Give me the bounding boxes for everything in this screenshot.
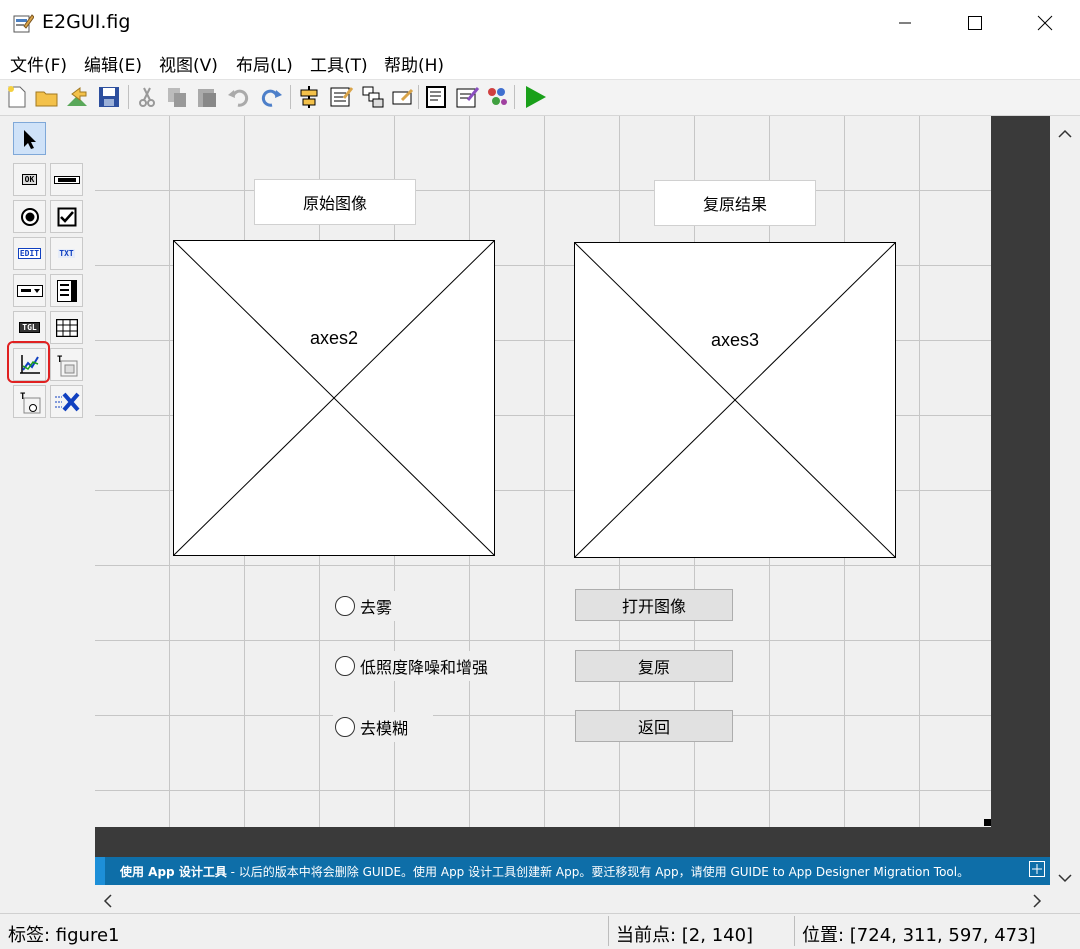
radio-lowlight[interactable]: 低照度降噪和增强 — [333, 651, 523, 681]
menu-layout[interactable]: 布局(L) — [236, 51, 293, 76]
editor-icon[interactable] — [424, 84, 450, 110]
push-button-tool[interactable]: OK — [13, 163, 46, 196]
title-bar: E2GUI.fig — [0, 0, 1080, 46]
banner-message: 使用 App 设计工具 - 以后的版本中将会删除 GUIDE。使用 App 设计… — [120, 863, 969, 880]
axes2-cross — [174, 241, 494, 555]
resize-handle[interactable] — [984, 819, 991, 826]
scroll-up-icon[interactable] — [1058, 124, 1072, 143]
status-position: 位置: [724, 311, 597, 473] — [802, 925, 1036, 946]
redo-icon[interactable] — [258, 84, 284, 110]
status-current-point: 当前点: [2, 140] — [616, 925, 754, 946]
banner-bold: 使用 App 设计工具 — [120, 865, 227, 879]
slider-tool-icon[interactable] — [50, 163, 83, 196]
horizontal-scrollbar[interactable] — [95, 885, 1050, 913]
object-browser-icon[interactable] — [484, 84, 510, 110]
design-canvas[interactable]: 原始图像 复原结果 axes2 axes3 去雾 低照度降噪和增强 去模糊 打开… — [95, 116, 991, 827]
menu-tools[interactable]: 工具(T) — [310, 51, 368, 76]
align-objects-icon[interactable] — [296, 84, 322, 110]
scroll-down-icon[interactable] — [1058, 868, 1072, 887]
fig-file-icon — [12, 12, 35, 34]
table-tool-icon[interactable] — [50, 311, 83, 344]
scroll-right-icon[interactable] — [1032, 893, 1042, 912]
menu-view[interactable]: 视图(V) — [159, 51, 218, 76]
minimize-button[interactable] — [870, 0, 940, 46]
svg-text:T: T — [20, 392, 26, 402]
banner-text: - 以后的版本中将会删除 GUIDE。使用 App 设计工具创建新 App。要迁… — [226, 865, 970, 879]
canvas-outer-area-bottom — [95, 827, 991, 857]
open-folder-icon[interactable] — [34, 84, 60, 110]
radio-deblur[interactable]: 去模糊 — [333, 712, 433, 742]
radio-dehaze-label: 去雾 — [360, 598, 393, 617]
radio-deblur-circle — [335, 717, 355, 737]
activex-tool-icon[interactable] — [50, 385, 83, 418]
radio-deblur-label: 去模糊 — [360, 719, 409, 738]
property-inspector-icon[interactable] — [454, 84, 480, 110]
toolbar-editor-icon[interactable] — [390, 84, 416, 110]
save-icon[interactable] — [96, 84, 122, 110]
banner-accent — [95, 857, 105, 885]
toggle-button-tool[interactable]: TGL — [13, 311, 46, 344]
close-button[interactable] — [1010, 0, 1080, 46]
copy-icon[interactable] — [164, 84, 190, 110]
listbox-tool-icon[interactable] — [50, 274, 83, 307]
restore-button[interactable]: 复原 — [575, 650, 733, 682]
select-tool-icon[interactable] — [13, 122, 46, 155]
window-title: E2GUI.fig — [42, 11, 131, 33]
open-image-button[interactable]: 打开图像 — [575, 589, 733, 621]
cut-icon[interactable] — [134, 84, 160, 110]
button-group-tool-icon[interactable]: T — [13, 385, 46, 418]
undo-icon[interactable] — [226, 84, 252, 110]
radio-dehaze-circle — [335, 596, 355, 616]
edit-text-tool[interactable]: EDIT — [13, 237, 46, 270]
axes3-cross — [575, 243, 895, 557]
expand-icon[interactable] — [1029, 861, 1045, 881]
axes2-placeholder[interactable]: axes2 — [173, 240, 495, 556]
tab-order-icon[interactable] — [360, 84, 386, 110]
menu-bar: 文件(F) 编辑(E) 视图(V) 布局(L) 工具(T) 帮助(H) — [0, 46, 1080, 79]
axes2-label: axes2 — [309, 328, 359, 348]
label-restored-result[interactable]: 复原结果 — [654, 180, 816, 226]
scroll-left-icon[interactable] — [103, 893, 113, 912]
menu-file[interactable]: 文件(F) — [10, 51, 67, 76]
label-original-image[interactable]: 原始图像 — [254, 179, 416, 225]
panel-tool-icon[interactable]: T — [50, 348, 83, 381]
canvas-outer-area-right — [991, 116, 1050, 857]
popup-menu-tool-icon[interactable] — [13, 274, 46, 307]
radio-button-tool-icon[interactable] — [13, 200, 46, 233]
axes-tool-highlight — [7, 341, 50, 383]
menu-edit[interactable]: 编辑(E) — [84, 51, 142, 76]
maximize-button[interactable] — [940, 0, 1010, 46]
svg-text:T: T — [57, 355, 63, 365]
radio-lowlight-label: 低照度降噪和增强 — [360, 658, 489, 677]
static-text-tool[interactable]: TXT — [50, 237, 83, 270]
status-bar: 标签: figure1 当前点: [2, 140] 位置: [724, 311,… — [0, 913, 1080, 949]
export-icon[interactable] — [64, 84, 90, 110]
axes3-placeholder[interactable]: axes3 — [574, 242, 896, 558]
paste-icon[interactable] — [194, 84, 220, 110]
status-tag: 标签: figure1 — [8, 925, 120, 946]
radio-lowlight-circle — [335, 656, 355, 676]
menu-editor-icon[interactable] — [328, 84, 354, 110]
toolbar — [0, 79, 1080, 116]
new-file-icon[interactable] — [4, 84, 30, 110]
radio-dehaze[interactable]: 去雾 — [333, 591, 433, 621]
run-icon[interactable] — [522, 84, 548, 110]
axes3-label: axes3 — [710, 330, 760, 350]
menu-help[interactable]: 帮助(H) — [384, 51, 444, 76]
vertical-scrollbar[interactable] — [1050, 116, 1080, 886]
checkbox-tool-icon[interactable] — [50, 200, 83, 233]
back-button[interactable]: 返回 — [575, 710, 733, 742]
